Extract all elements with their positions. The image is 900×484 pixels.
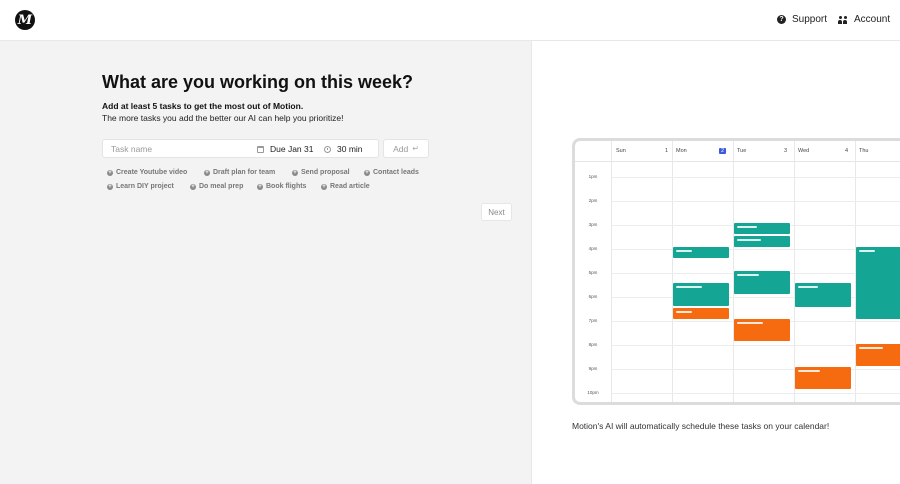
plus-icon: + <box>107 183 113 190</box>
scheduled-task-block[interactable] <box>673 283 729 306</box>
hour-label: 8pm <box>588 342 598 347</box>
plus-icon: + <box>107 169 113 176</box>
scheduled-task-block[interactable] <box>734 271 790 294</box>
hour-label: 3pm <box>588 222 598 227</box>
suggestion-label: Book flights <box>266 183 307 190</box>
due-date-picker[interactable]: Due Jan 31 <box>257 144 313 154</box>
suggestion-label: Contact leads <box>373 169 419 176</box>
day-name: Tue <box>737 148 747 154</box>
scheduled-task-block[interactable] <box>856 247 900 319</box>
day-name: Thu <box>859 148 869 154</box>
suggestion-label: Learn DIY project <box>116 183 174 190</box>
account-link[interactable]: Account <box>838 14 890 25</box>
people-icon <box>838 15 848 24</box>
suggestion-chip[interactable]: + Send proposal <box>292 169 350 176</box>
suggestion-chip[interactable]: + Read article <box>321 183 370 190</box>
scheduled-task-block[interactable] <box>734 236 790 247</box>
hour-label: 2pm <box>588 198 598 203</box>
day-number-today: 2 <box>719 148 727 154</box>
next-button[interactable]: Next <box>481 203 512 221</box>
suggestion-label: Create Youtube video <box>116 169 188 176</box>
hour-line <box>611 201 900 202</box>
suggestion-chip[interactable]: + Do meal prep <box>190 183 243 190</box>
add-label: Add <box>393 143 409 154</box>
plus-icon: + <box>292 169 298 176</box>
task-entry-row: Due Jan 31 30 min <box>102 139 379 158</box>
task-name-input[interactable] <box>111 144 251 154</box>
due-date-label: Due Jan 31 <box>270 144 314 154</box>
scheduled-task-block[interactable] <box>734 319 790 341</box>
scheduled-task-block[interactable] <box>673 308 729 319</box>
calendar-preview: Sun 1 Mon 2 Tue 3 Wed 4 Thu 1pm 2pm 3pm … <box>572 138 900 405</box>
subtitle-bold: Add at least 5 tasks to get the most out… <box>102 101 304 111</box>
motion-logo[interactable]: M <box>15 10 35 30</box>
calendar-icon <box>257 145 264 153</box>
top-bar: M ? Support Account <box>0 0 900 41</box>
suggestion-chip[interactable]: + Learn DIY project <box>107 183 174 190</box>
page-title: What are you working on this week? <box>102 72 414 92</box>
hour-line <box>611 369 900 370</box>
support-label: Support <box>792 14 828 25</box>
suggestion-label: Draft plan for team <box>213 169 276 176</box>
help-icon: ? <box>777 15 786 24</box>
support-link[interactable]: ? Support <box>777 14 827 25</box>
duration-label: 30 min <box>337 144 363 154</box>
scheduled-task-block[interactable] <box>673 247 729 258</box>
suggestion-chip[interactable]: + Contact leads <box>364 169 419 176</box>
account-label: Account <box>854 14 891 25</box>
day-name: Wed <box>798 148 810 154</box>
scheduled-task-block[interactable] <box>856 344 900 366</box>
duration-picker[interactable]: 30 min <box>324 144 363 154</box>
scheduled-task-block[interactable] <box>795 283 851 307</box>
hour-line <box>611 393 900 394</box>
enter-key-icon: ↵ <box>412 144 419 153</box>
plus-icon: + <box>321 183 327 190</box>
calendar-caption: Motion's AI will automatically schedule … <box>572 421 830 431</box>
hour-label: 6pm <box>588 294 598 299</box>
onboarding-panel: What are you working on this week? Add a… <box>0 41 531 484</box>
plus-icon: + <box>190 183 196 190</box>
scheduled-task-block[interactable] <box>734 223 790 234</box>
suggestion-chip[interactable]: + Draft plan for team <box>204 169 275 176</box>
suggestion-label: Send proposal <box>301 169 350 176</box>
plus-icon: + <box>364 169 370 176</box>
day-number: 1 <box>664 148 668 154</box>
calendar-preview-panel: Sun 1 Mon 2 Tue 3 Wed 4 Thu 1pm 2pm 3pm … <box>531 41 900 484</box>
plus-icon: + <box>204 169 210 176</box>
subtitle: The more tasks you add the better our AI… <box>102 113 344 123</box>
hour-label: 10pm <box>587 390 599 395</box>
day-name: Mon <box>676 148 687 154</box>
day-number: 4 <box>844 148 848 154</box>
plus-icon: + <box>257 183 263 190</box>
hour-line <box>611 177 900 178</box>
day-name: Sun <box>616 148 626 154</box>
day-number: 3 <box>783 148 787 154</box>
suggestion-label: Read article <box>330 183 370 190</box>
add-task-button[interactable]: Add ↵ <box>383 139 429 158</box>
suggestion-chip[interactable]: + Create Youtube video <box>107 169 187 176</box>
clock-icon <box>324 145 331 153</box>
suggestion-label: Do meal prep <box>199 183 244 190</box>
hour-label: 7pm <box>588 318 598 323</box>
hour-label: 1pm <box>588 174 598 179</box>
scheduled-task-block[interactable] <box>795 367 851 389</box>
suggestion-chip[interactable]: + Book flights <box>257 183 306 190</box>
hour-label: 9pm <box>588 366 598 371</box>
hour-label: 5pm <box>588 270 598 275</box>
calendar-header: Sun 1 Mon 2 Tue 3 Wed 4 Thu <box>575 141 900 162</box>
hour-label: 4pm <box>588 246 598 251</box>
